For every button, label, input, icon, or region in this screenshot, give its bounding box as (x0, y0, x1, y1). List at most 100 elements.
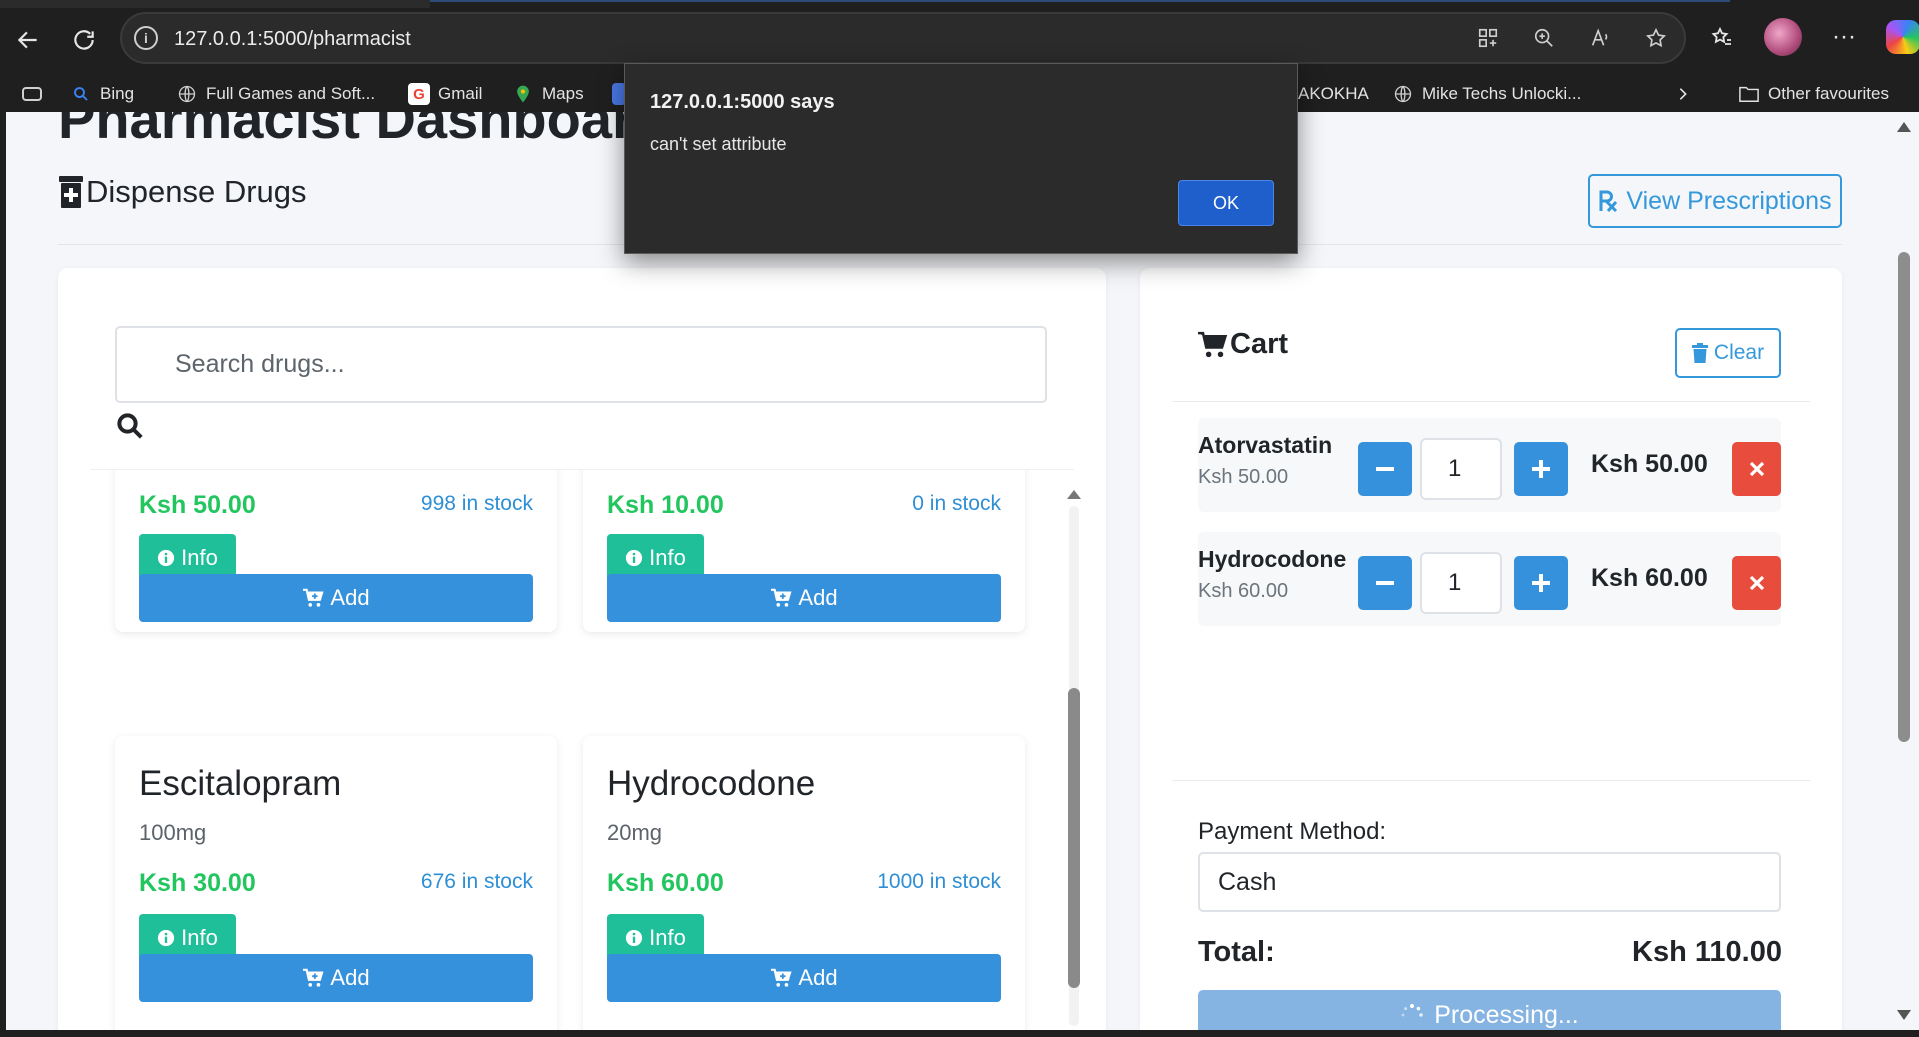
view-prescriptions-label: View Prescriptions (1626, 186, 1832, 215)
info-label: Info (181, 545, 218, 570)
close-icon (1749, 461, 1764, 477)
bookmark-bing[interactable]: Bing (70, 76, 134, 112)
bookmark-mike-techs[interactable]: Mike Techs Unlocki... (1392, 76, 1581, 112)
profile-avatar[interactable] (1764, 18, 1802, 56)
add-to-cart-button[interactable]: Add (607, 574, 1001, 622)
decrease-quantity-button[interactable] (1358, 442, 1412, 496)
view-prescriptions-button[interactable]: View Prescriptions (1588, 174, 1842, 228)
zoom-icon[interactable] (1530, 24, 1558, 52)
reload-button[interactable] (64, 20, 104, 60)
process-sale-button[interactable]: Processing... (1198, 990, 1781, 1030)
drug-price: Ksh 50.00 (139, 491, 256, 519)
drugs-card: Ksh 50.00 998 in stock Info Add Ksh 10.0… (58, 268, 1106, 1030)
bookmark-label: Other favourites (1768, 84, 1889, 103)
scroll-up-arrow-icon[interactable] (1897, 122, 1911, 132)
drug-price: Ksh 30.00 (139, 869, 256, 897)
drug-name: Escitalopram (139, 764, 342, 803)
add-to-cart-button[interactable]: Add (139, 574, 533, 622)
increase-quantity-button[interactable] (1514, 442, 1568, 496)
info-circle-icon (158, 549, 175, 567)
info-label: Info (649, 925, 686, 950)
chevron-right-icon (1672, 83, 1694, 105)
prescription-rx-icon (1599, 190, 1618, 213)
favorite-star-icon[interactable] (1642, 24, 1670, 52)
bing-search-icon (70, 83, 92, 105)
scrollbar-thumb[interactable] (1068, 688, 1080, 988)
plus-icon (1532, 460, 1550, 478)
drug-stock: 676 in stock (420, 870, 533, 893)
page-title: Pharmacist Dashboard (58, 112, 668, 150)
globe-icon (1392, 83, 1414, 105)
bookmark-other-favourites[interactable]: Other favourites (1738, 76, 1889, 112)
bookmark-gmail[interactable]: G Gmail (408, 76, 482, 112)
bookmarks-overflow-button[interactable] (1672, 76, 1694, 112)
total-value: Ksh 110.00 (1632, 936, 1782, 968)
search-box (115, 326, 1047, 403)
dispense-drugs-heading: Dispense Drugs (58, 174, 307, 210)
more-options-icon[interactable]: ··· (1828, 19, 1860, 55)
maps-pin-icon (512, 83, 534, 105)
clear-label: Clear (1713, 341, 1765, 364)
alert-dialog: 127.0.0.1:5000 says can't set attribute … (624, 63, 1298, 254)
divider (1172, 780, 1810, 781)
add-to-cart-button[interactable]: Add (607, 954, 1001, 1002)
back-button[interactable] (8, 20, 48, 60)
prescription-bottle-icon (59, 176, 83, 208)
total-label: Total: (1198, 936, 1275, 968)
increase-quantity-button[interactable] (1514, 556, 1568, 610)
copilot-icon[interactable] (1886, 20, 1919, 54)
drug-price: Ksh 60.00 (607, 869, 724, 897)
add-label: Add (330, 585, 370, 610)
process-label: Processing... (1434, 1000, 1579, 1029)
remove-item-button[interactable] (1732, 556, 1781, 610)
bookmark-label: Maps (542, 84, 584, 103)
cart-plus-icon (303, 588, 324, 607)
drug-list-scrollbar[interactable] (1060, 470, 1088, 1030)
plus-icon (1532, 574, 1550, 592)
add-label: Add (798, 585, 838, 610)
quantity-input[interactable]: 1 (1420, 438, 1502, 500)
drug-card: Escitalopram 100mg Ksh 30.00 676 in stoc… (115, 736, 557, 1030)
bookmark-maps[interactable]: Maps (512, 76, 584, 112)
cart-item-name: Atorvastatin (1198, 432, 1333, 458)
page-scrollbar[interactable] (1889, 112, 1919, 1030)
bookmark-label: Mike Techs Unlocki... (1422, 84, 1582, 103)
globe-icon (176, 83, 198, 105)
add-label: Add (330, 965, 370, 990)
bookmark-label: Gmail (438, 84, 483, 103)
info-label: Info (649, 545, 686, 570)
quantity-input[interactable]: 1 (1420, 552, 1502, 614)
divider (1172, 401, 1810, 402)
arrow-left-icon (17, 31, 37, 49)
search-input[interactable] (117, 328, 1045, 401)
address-bar-tools (1474, 24, 1670, 52)
close-icon (1749, 575, 1764, 591)
payment-method-label: Payment Method: (1198, 818, 1387, 845)
tab-strip-left (0, 0, 465, 8)
bookmark-full-games[interactable]: Full Games and Soft... (176, 76, 375, 112)
scroll-up-arrow-icon[interactable] (1067, 490, 1081, 499)
site-info-icon[interactable]: i (134, 26, 158, 50)
apps-icon[interactable] (1474, 24, 1502, 52)
alert-ok-button[interactable]: OK (1178, 180, 1274, 226)
drug-strength: 100mg (139, 820, 207, 845)
reading-list-icon[interactable] (22, 76, 42, 112)
remove-item-button[interactable] (1732, 442, 1781, 496)
decrease-quantity-button[interactable] (1358, 556, 1412, 610)
cart-item: Hydrocodone Ksh 60.00 1 Ksh 60.00 (1198, 532, 1781, 626)
bookmark-akokha[interactable]: AKOKHA (1298, 76, 1369, 112)
address-bar[interactable]: i 127.0.0.1:5000/pharmacist (120, 12, 1686, 64)
cart-item-line-total: Ksh 50.00 (1591, 450, 1708, 478)
minus-icon (1376, 581, 1394, 585)
favorites-icon[interactable] (1706, 19, 1738, 55)
reload-icon (74, 30, 94, 50)
payment-method-select[interactable]: Cash (1198, 852, 1781, 912)
clear-cart-button[interactable]: Clear (1675, 328, 1781, 378)
drug-card: Ksh 10.00 0 in stock Info Add (583, 470, 1025, 632)
read-aloud-icon[interactable] (1586, 24, 1614, 52)
alert-title: 127.0.0.1:5000 says (650, 91, 835, 113)
scroll-down-arrow-icon[interactable] (1897, 1010, 1911, 1020)
scrollbar-thumb[interactable] (1898, 252, 1910, 742)
add-to-cart-button[interactable]: Add (139, 954, 533, 1002)
url-text: 127.0.0.1:5000/pharmacist (174, 28, 411, 50)
